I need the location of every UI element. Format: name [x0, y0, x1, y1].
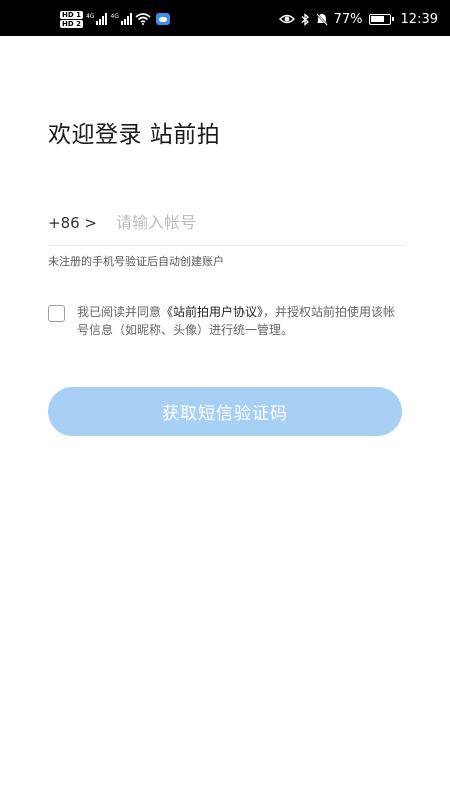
wifi-icon — [135, 13, 151, 25]
user-agreement-link[interactable]: 《站前拍用户协议》 — [161, 305, 263, 319]
page-title: 欢迎登录 站前拍 — [48, 122, 221, 148]
hd2-badge: HD 2 — [60, 19, 83, 28]
eye-icon — [278, 14, 295, 24]
battery-icon — [368, 13, 394, 25]
signal-icon: 4G — [85, 13, 108, 25]
country-code-selector[interactable]: +86 > — [48, 214, 116, 232]
status-time: 12:39 — [400, 11, 438, 27]
agreement-row: 我已阅读并同意《站前拍用户协议》，并授权站前拍使用该帐号信息（如昵称、头像）进行… — [48, 303, 404, 339]
battery-percent: 77% — [333, 11, 363, 27]
agreement-text: 我已阅读并同意《站前拍用户协议》，并授权站前拍使用该帐号信息（如昵称、头像）进行… — [77, 303, 404, 339]
network-type-1: 4G — [85, 13, 95, 20]
status-left: HD 1 HD 2 4G 4G — [60, 9, 170, 29]
register-hint: 未注册的手机号验证后自动创建账户 — [48, 255, 224, 268]
phone-input[interactable] — [116, 213, 386, 232]
network-type-2: 4G — [110, 13, 119, 20]
status-bar: HD 1 HD 2 4G 4G 77% 12:39 — [0, 0, 450, 36]
mute-icon — [315, 12, 328, 26]
hd1-badge: HD 1 — [60, 10, 83, 19]
status-right: 77% 12:39 — [278, 9, 438, 29]
signal-icon-2: 4G — [110, 13, 132, 25]
phone-row: +86 > — [48, 200, 403, 246]
bluetooth-icon — [301, 12, 309, 26]
get-sms-code-button[interactable]: 获取短信验证码 — [48, 387, 402, 436]
agree-checkbox[interactable] — [48, 305, 65, 322]
cloud-icon — [155, 13, 170, 25]
agreement-prefix: 我已阅读并同意 — [77, 305, 162, 319]
hd-indicators: HD 1 HD 2 — [60, 10, 83, 28]
